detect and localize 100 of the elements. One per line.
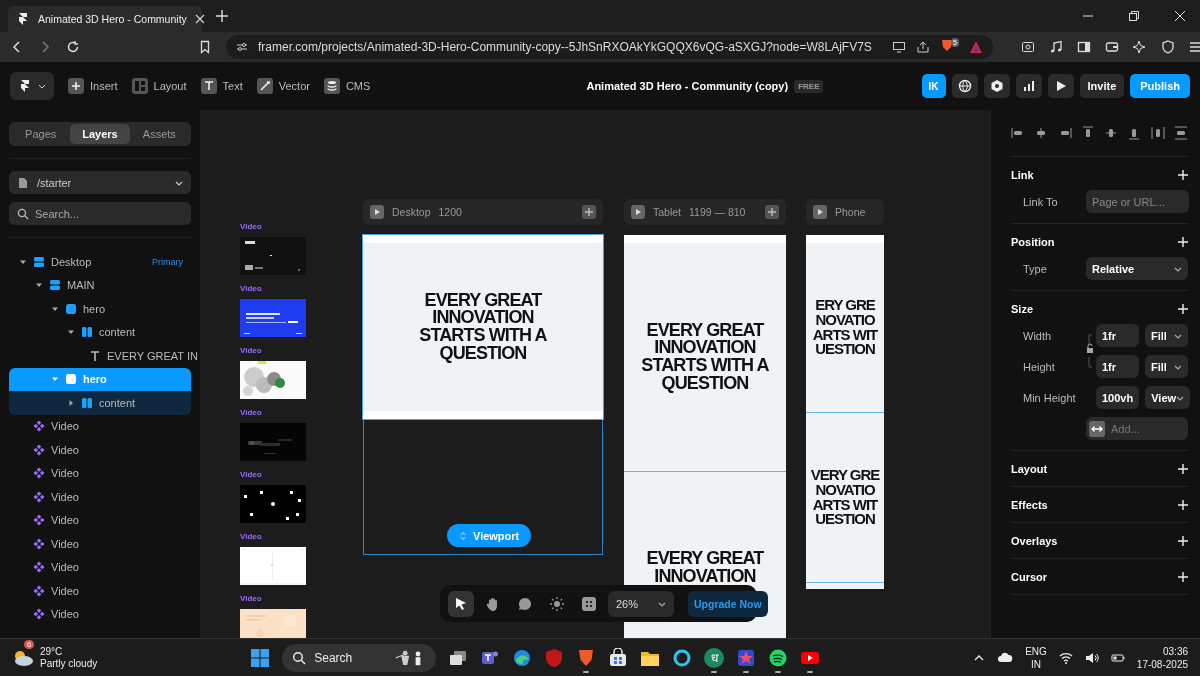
panel-tab[interactable]: Layers xyxy=(70,124,130,144)
sparkle-icon[interactable] xyxy=(1132,40,1147,54)
new-tab-icon[interactable] xyxy=(216,10,228,22)
cast-icon[interactable] xyxy=(891,40,906,54)
browser-tab[interactable]: Animated 3D Hero - Community xyxy=(8,6,202,32)
layer-row[interactable]: Video xyxy=(9,602,191,626)
align-icon[interactable] xyxy=(1173,126,1188,140)
zoom-dropdown[interactable]: 26% xyxy=(608,590,675,617)
speaker-icon[interactable] xyxy=(1084,650,1099,665)
toolbar-button[interactable]: Layout xyxy=(131,78,195,94)
align-icon[interactable] xyxy=(1127,126,1142,140)
layer-row[interactable]: MAIN xyxy=(9,273,191,297)
invite-button[interactable]: Invite xyxy=(1079,74,1125,98)
page-dropdown[interactable]: /starter xyxy=(9,171,191,194)
align-icon[interactable] xyxy=(1011,126,1025,140)
value-field[interactable]: 100vh xyxy=(1096,386,1140,409)
play-icon[interactable] xyxy=(370,205,384,219)
align-icon[interactable] xyxy=(1150,126,1165,140)
wifi-icon[interactable] xyxy=(1058,650,1073,665)
frame-preview[interactable]: ERY GRE NOVATIO ARTS WIT UESTION VERY GRE NOVATIO ARTS WIT UESTION xyxy=(806,235,884,589)
layer-row[interactable]: Video xyxy=(9,508,191,532)
layer-row[interactable]: content xyxy=(9,320,191,344)
toolbar-button[interactable]: Insert xyxy=(68,78,126,94)
bookmark-icon[interactable] xyxy=(198,40,212,54)
play-icon[interactable] xyxy=(631,205,645,219)
tool-button[interactable] xyxy=(448,590,474,617)
add-icon[interactable] xyxy=(1178,500,1188,510)
shield-icon[interactable] xyxy=(544,647,565,668)
layer-row[interactable]: Video xyxy=(9,485,191,509)
toolbar-button[interactable]: Text xyxy=(200,78,251,94)
type-dropdown[interactable]: Relative xyxy=(1086,257,1188,280)
caret-icon[interactable] xyxy=(68,329,74,336)
add-icon[interactable] xyxy=(1178,464,1188,474)
layer-row[interactable]: Video xyxy=(9,461,191,485)
share-icon[interactable] xyxy=(915,40,930,54)
caret-icon[interactable] xyxy=(36,282,42,289)
layer-row[interactable]: Video xyxy=(9,414,191,438)
framer-menu-button[interactable] xyxy=(10,72,54,100)
toolbar-button[interactable]: Vector xyxy=(256,78,318,94)
caret-icon[interactable] xyxy=(52,305,58,312)
preview-button[interactable] xyxy=(1047,74,1074,98)
wallet-icon[interactable] xyxy=(1104,40,1119,54)
search-field[interactable]: Search... xyxy=(9,202,191,225)
layer-row[interactable]: content xyxy=(9,391,191,415)
vpn-icon[interactable] xyxy=(1160,40,1175,54)
region-label[interactable]: IN xyxy=(1031,657,1041,671)
breakpoint-header[interactable]: Desktop 1200 xyxy=(363,199,603,225)
site-settings-icon[interactable] xyxy=(236,41,248,53)
add-icon[interactable] xyxy=(1178,304,1188,314)
breakpoint-header[interactable]: Phone xyxy=(806,199,884,225)
settings-button[interactable] xyxy=(983,74,1010,98)
caret-icon[interactable] xyxy=(20,258,26,265)
align-icon[interactable] xyxy=(1104,126,1119,140)
panel-tab[interactable]: Assets xyxy=(129,124,189,144)
analytics-button[interactable] xyxy=(1015,74,1042,98)
layer-row[interactable]: Desktop Primary xyxy=(9,250,191,274)
lock-icon[interactable] xyxy=(1086,332,1094,369)
layer-row[interactable]: Video xyxy=(9,438,191,462)
bag-icon[interactable] xyxy=(608,647,629,668)
layer-row[interactable]: Video xyxy=(9,532,191,556)
globe-button[interactable] xyxy=(951,74,978,98)
sidebar-icon[interactable] xyxy=(1076,40,1091,54)
value-field[interactable]: 1fr xyxy=(1096,355,1139,378)
windows-icon[interactable] xyxy=(250,647,271,668)
unit-dropdown[interactable]: Fill xyxy=(1145,355,1188,378)
layer-row[interactable]: Video xyxy=(9,579,191,603)
add-icon[interactable] xyxy=(1178,536,1188,546)
clock-date[interactable]: 17-08-2025 xyxy=(1136,657,1188,671)
layer-row[interactable]: Video xyxy=(9,555,191,579)
clock-time[interactable]: 03:36 xyxy=(1163,644,1188,658)
app-icon[interactable]: ध xyxy=(704,647,725,668)
screenshot-icon[interactable] xyxy=(1020,40,1035,54)
triangle-icon[interactable] xyxy=(968,40,983,54)
toolbar-button[interactable]: CMS xyxy=(323,78,379,94)
wave-icon[interactable] xyxy=(512,647,533,668)
align-icon[interactable] xyxy=(1080,126,1095,140)
unit-dropdown[interactable]: View xyxy=(1145,386,1191,409)
unit-dropdown[interactable]: Fill xyxy=(1145,324,1188,347)
music-icon[interactable] xyxy=(1048,40,1063,54)
add-icon[interactable] xyxy=(1178,572,1188,582)
close-icon[interactable] xyxy=(1174,10,1186,22)
restore-icon[interactable] xyxy=(1128,10,1140,22)
taskbar-search[interactable]: Search xyxy=(282,643,437,672)
caret-icon[interactable] xyxy=(68,399,74,406)
add-icon[interactable] xyxy=(1178,237,1188,247)
close-icon[interactable] xyxy=(194,14,205,24)
panel-tab[interactable]: Pages xyxy=(11,124,71,144)
layer-row[interactable]: hero xyxy=(9,297,191,321)
spotify-icon[interactable] xyxy=(768,647,789,668)
breakpoint-header[interactable]: Tablet 1199 — 810 xyxy=(624,199,786,225)
add-icon[interactable] xyxy=(1178,170,1188,180)
link-field[interactable]: Page or URL... xyxy=(1086,190,1189,213)
menu-icon[interactable] xyxy=(1188,40,1200,54)
reload-icon[interactable] xyxy=(66,40,80,54)
upgrade-button[interactable]: Upgrade Now xyxy=(688,590,768,617)
frame-preview[interactable]: EVERY GREAT INNOVATION STARTS WITH A QUESTION xyxy=(363,235,603,419)
ring-icon[interactable] xyxy=(672,647,693,668)
play-icon[interactable] xyxy=(813,205,827,219)
value-field[interactable]: 1fr xyxy=(1096,324,1139,347)
language-label[interactable]: ENG xyxy=(1025,644,1047,658)
